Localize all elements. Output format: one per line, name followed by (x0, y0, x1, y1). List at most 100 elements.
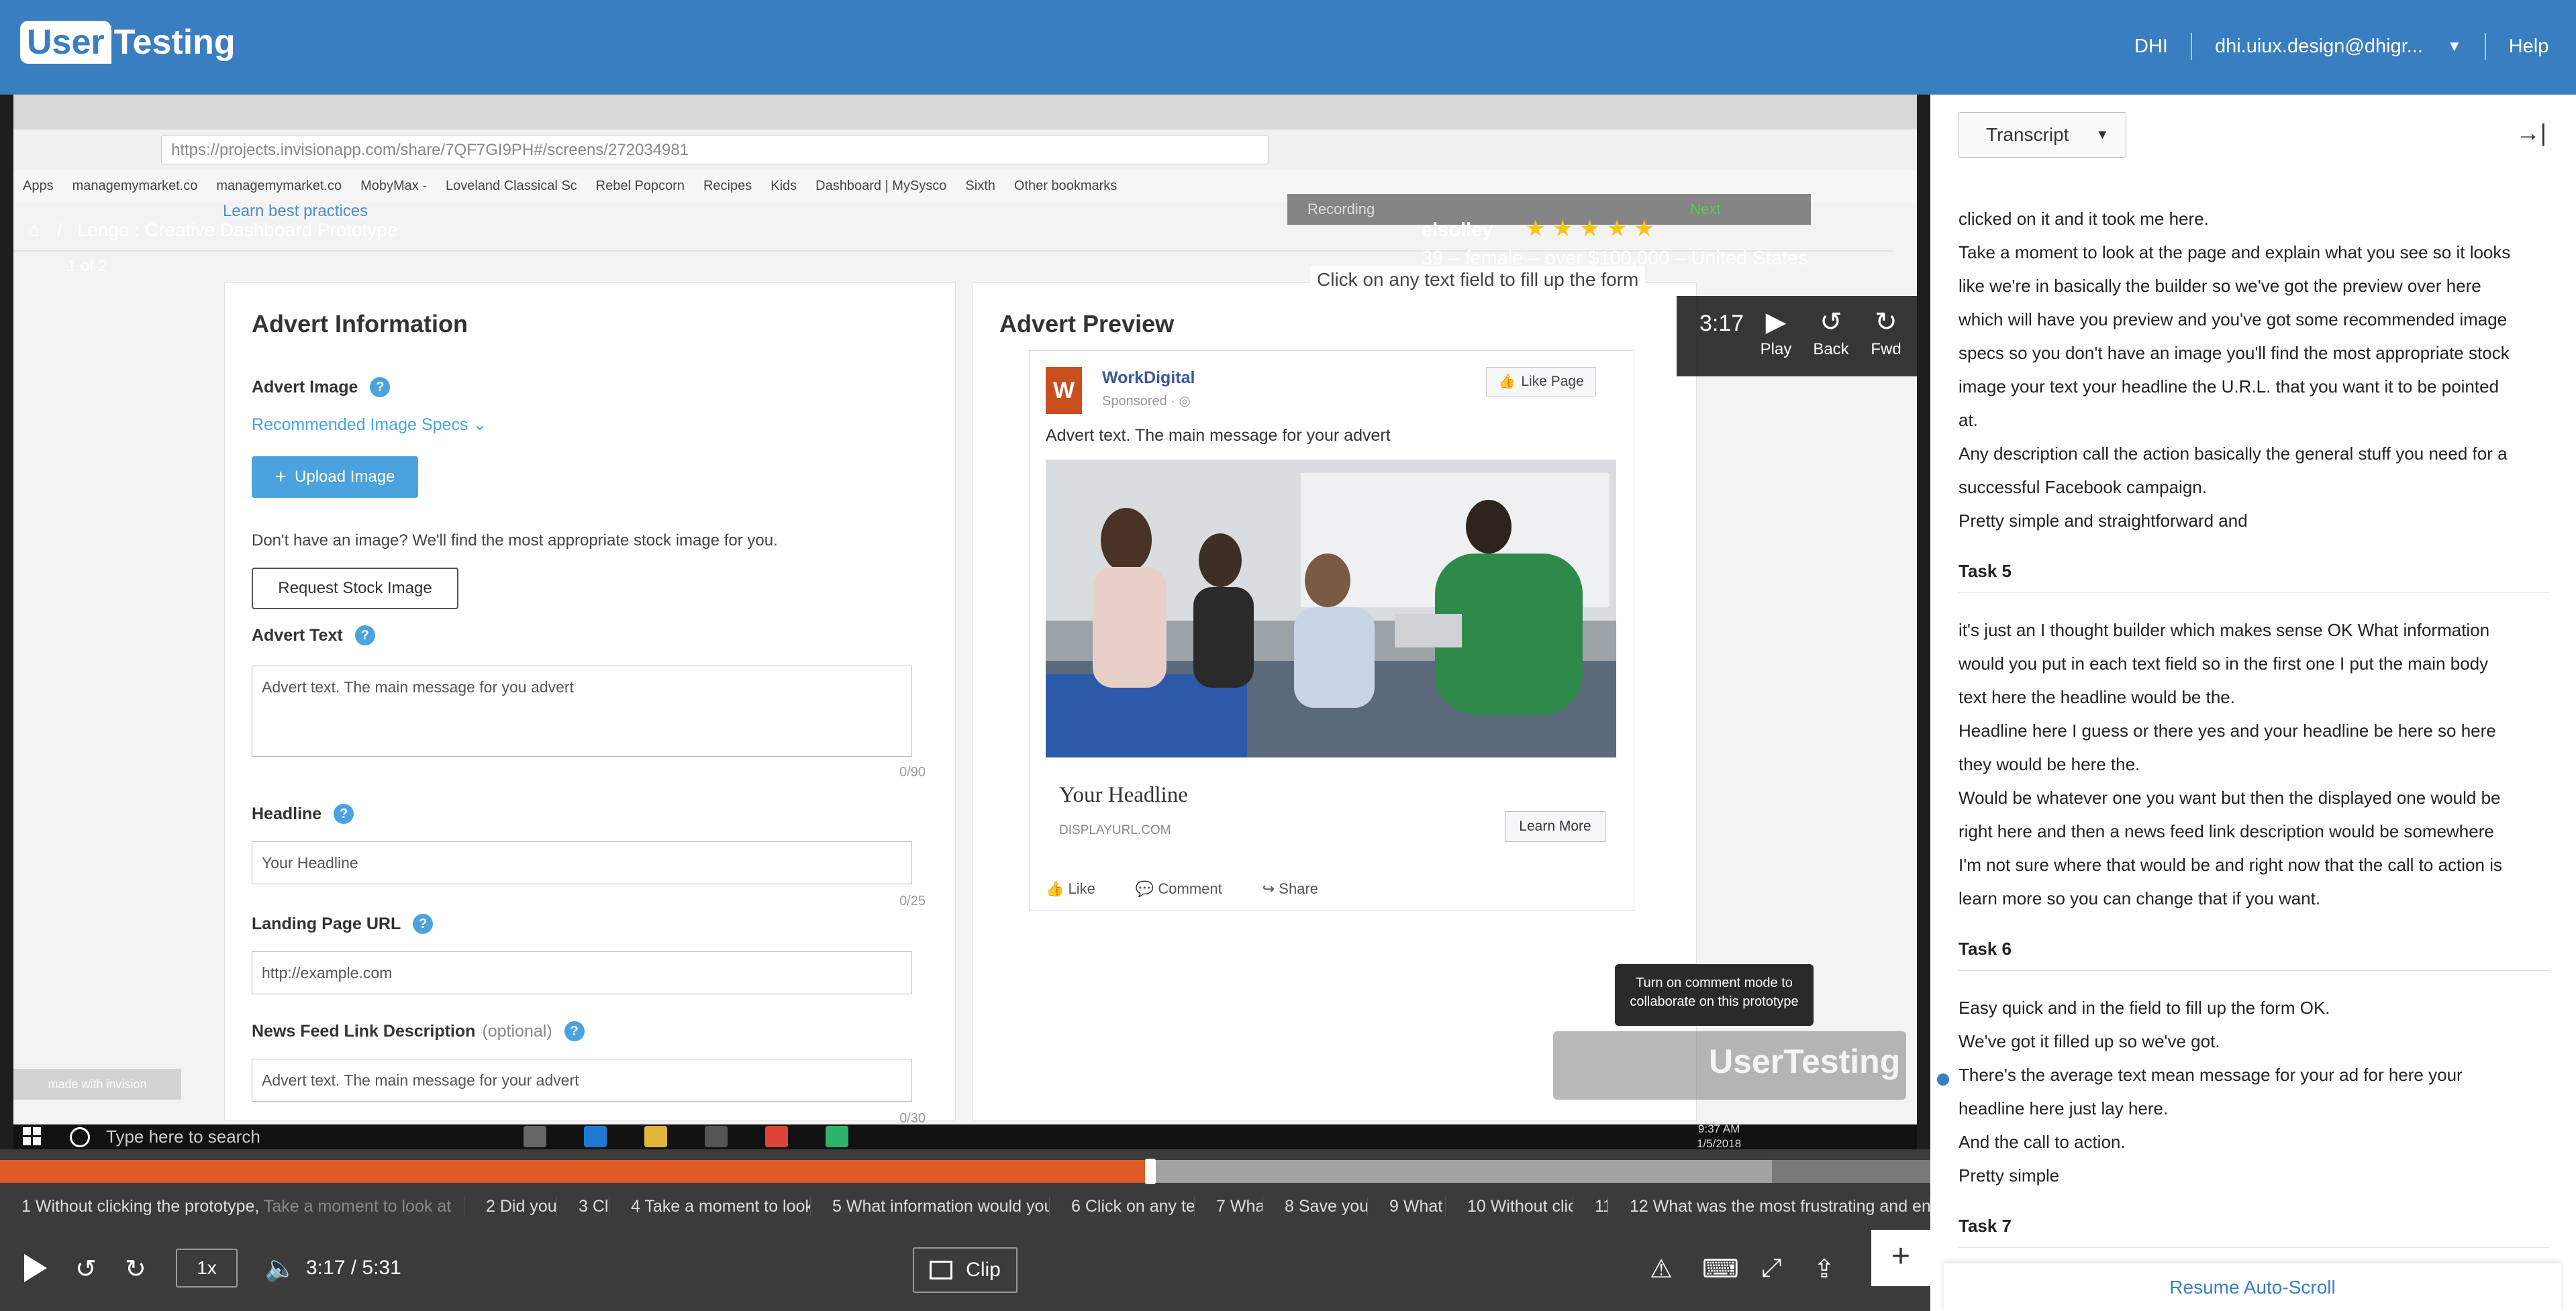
transcript-line[interactable]: would you put in each text field so in t… (1959, 647, 2549, 680)
landing-url-label: Landing Page URL? (252, 914, 434, 934)
transcript-line[interactable]: text here the headline would be the. (1959, 680, 2549, 714)
page-name: WorkDigital (1102, 368, 1195, 387)
like-action: 👍 Like (1046, 880, 1095, 897)
transcript-line[interactable]: right here and then a news feed link des… (1959, 815, 2549, 848)
rewind-icon: ↺ (1820, 307, 1842, 337)
clip-icon (930, 1261, 953, 1279)
chapter-item[interactable]: 5 What information would you (811, 1196, 1050, 1216)
progress-handle[interactable] (1145, 1159, 1156, 1184)
video-player[interactable]: https://projects.invisionapp.com/share/7… (0, 95, 1930, 1149)
bookmark-item: Rebel Popcorn (595, 178, 685, 193)
chapter-item[interactable]: 11 C (1573, 1196, 1608, 1216)
home-icon[interactable]: ⌂ (28, 219, 40, 241)
transcript-line[interactable]: And the call to action. (1959, 1125, 2549, 1159)
usertesting-logo[interactable]: User Testing (20, 20, 236, 64)
help-icon: ? (564, 1021, 585, 1041)
transcript-line[interactable]: specs so you don't have an image you'll … (1959, 336, 2549, 370)
ad-image (1046, 460, 1616, 757)
collapse-panel-icon[interactable]: →| (2516, 119, 2546, 147)
upload-image-button: + Upload Image (252, 456, 418, 498)
rewind-5-icon[interactable]: ↺ (75, 1254, 97, 1284)
chapter-item[interactable]: 2 Did you n (464, 1196, 557, 1216)
resume-auto-scroll-button[interactable]: Resume Auto-Scroll (1944, 1263, 2561, 1311)
address-bar: https://projects.invisionapp.com/share/7… (161, 135, 1269, 164)
made-with-invision: made with invision (13, 1069, 181, 1100)
transcript-line[interactable]: Pretty simple (1959, 1159, 2549, 1192)
share-icon[interactable]: ⇪ (1814, 1254, 1835, 1284)
help-icon: ? (370, 377, 391, 397)
browser-chrome: https://projects.invisionapp.com/share/7… (13, 95, 1917, 202)
transcript-line[interactable]: I'm not sure where that would be and rig… (1959, 848, 2549, 882)
transcript-line[interactable]: Take a moment to look at the page and ex… (1959, 235, 2549, 269)
chapter-item[interactable]: 7 What v (1195, 1196, 1263, 1216)
chapter-item[interactable]: 8 Save your (1263, 1196, 1368, 1216)
progress-bar[interactable] (0, 1159, 1930, 1184)
forward-icon: ↻ (1875, 307, 1897, 337)
chapter-item[interactable]: 10 Without clickir (1446, 1196, 1573, 1216)
transcript-line[interactable]: headline here just lay here. (1959, 1092, 2549, 1125)
chapter-item[interactable]: 1 Without clicking the prototype, Take a… (0, 1196, 464, 1216)
transcript-line[interactable]: Any description call the action basicall… (1959, 437, 2549, 470)
chapter-item[interactable]: 6 Click on any text (1050, 1196, 1195, 1216)
transcript-line[interactable]: Headline here I guess or there yes and y… (1959, 714, 2549, 747)
transcript-line[interactable]: We've got it filled up so we've got. (1959, 1025, 2549, 1058)
chapter-item[interactable]: 12 What was the most frustrating and en (1608, 1196, 1930, 1216)
transcript-line[interactable]: Would be whatever one you want but then … (1959, 781, 2549, 815)
transcript-line[interactable]: they would be here the. (1959, 747, 2549, 781)
edge-icon (584, 1126, 607, 1147)
chapter-item[interactable]: 9 What w (1368, 1196, 1446, 1216)
help-link[interactable]: Help (2509, 36, 2549, 58)
chevron-down-icon[interactable]: ▼ (2447, 38, 2462, 55)
transcript-line[interactable]: learn more so you can change that if you… (1959, 882, 2549, 915)
task-heading: Task 6 (1959, 937, 2549, 971)
chapter-item[interactable]: 4 Take a moment to look a (609, 1196, 811, 1216)
volume-icon[interactable]: 🔈 (264, 1254, 296, 1283)
folder-icon (644, 1126, 667, 1147)
recommended-specs-link: Recommended Image Specs ⌄ (252, 415, 487, 434)
playback-speed[interactable]: 1x (176, 1249, 238, 1288)
bookmark-item: Loveland Classical Sc (446, 178, 577, 193)
chapter-item[interactable]: 3 Clicl (557, 1196, 609, 1216)
transcript-line[interactable]: at. (1959, 403, 2549, 437)
transcript-line[interactable]: successful Facebook campaign. (1959, 470, 2549, 504)
transcript-select[interactable]: Transcript ▼ (1959, 112, 2126, 158)
advert-text-label: Advert Text? (252, 625, 375, 645)
transcript-line[interactable]: Pretty simple and straightforward and (1959, 504, 2549, 537)
headline-field: Your Headline (252, 841, 912, 884)
overlay-play-button[interactable]: ▶ Play (1749, 304, 1803, 359)
overlay-fwd-button[interactable]: ↻ Fwd (1859, 304, 1913, 359)
account-area: DHI dhi.uiux.design@dhigr... ▼ Help (2134, 30, 2548, 63)
divider (2190, 33, 2192, 60)
cortana-icon (70, 1126, 90, 1147)
sponsored-label: Sponsored · ◎ (1102, 394, 1191, 409)
buffered-segment (1150, 1160, 1772, 1183)
play-button[interactable] (24, 1254, 47, 1282)
card-title: Advert Information (252, 310, 468, 337)
bookmark-item: managemymarket.co (72, 178, 198, 193)
bookmark-item: Kids (771, 178, 797, 193)
overlay-back-button[interactable]: ↺ Back (1804, 304, 1858, 359)
bookmark-item: Apps (23, 178, 54, 193)
forward-5-icon[interactable]: ↻ (125, 1254, 146, 1284)
fullscreen-icon[interactable]: ⤢ (1761, 1254, 1781, 1283)
transcript-line[interactable]: image your text your headline the U.R.L.… (1959, 370, 2549, 403)
keyboard-icon[interactable]: ⌨ (1702, 1254, 1739, 1284)
player-controls: 1 Without clicking the prototype, Take a… (0, 1149, 1930, 1311)
transcript-line[interactable]: There's the average text mean message fo… (1959, 1058, 2549, 1092)
transcript-line[interactable]: like we're in basically the builder so w… (1959, 269, 2549, 303)
task-chapters: 1 Without clicking the prototype, Take a… (0, 1183, 1930, 1230)
transcript-line[interactable]: Easy quick and in the field to fill up t… (1959, 991, 2549, 1025)
warning-icon[interactable]: ⚠ (1650, 1254, 1673, 1284)
clip-button[interactable]: Clip (913, 1247, 1018, 1293)
account-menu[interactable]: dhi.uiux.design@dhigr... (2215, 36, 2423, 58)
org-name[interactable]: DHI (2134, 36, 2168, 58)
add-note-button[interactable]: + (1871, 1230, 1930, 1286)
shield-icon (826, 1126, 848, 1147)
bookmark-item: managemymarket.co (216, 178, 342, 193)
comment-mode-tooltip: Turn on comment mode to collaborate on t… (1615, 964, 1814, 1026)
play-icon: ▶ (1765, 307, 1787, 337)
transcript-line[interactable]: which will have you preview and you've g… (1959, 303, 2549, 336)
video-breadcrumb: ⌂ / Lengo : Creative Dashboard Prototype (28, 219, 398, 241)
transcript-line[interactable]: clicked on it and it took me here. (1959, 202, 2549, 235)
transcript-line[interactable]: it's just an I thought builder which mak… (1959, 613, 2549, 647)
